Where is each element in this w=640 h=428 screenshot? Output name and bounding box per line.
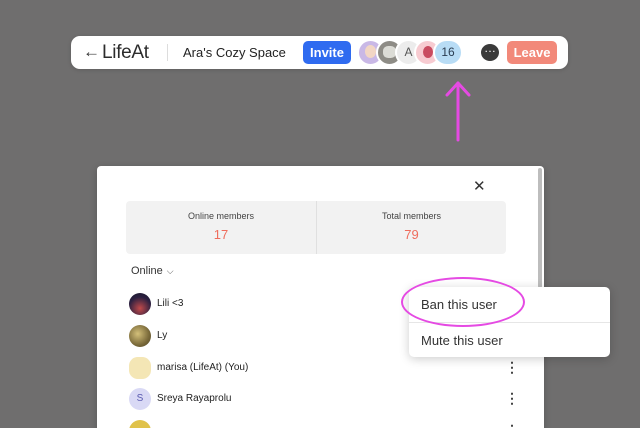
member-name: Sreya Rayaprolu [157,393,232,404]
annotation-arrow [445,81,471,142]
app-logo[interactable]: LifeAt [102,42,149,64]
total-members-stat: Total members 79 [316,201,506,254]
annotation-highlight-ellipse [401,277,525,327]
avatar [129,420,151,428]
member-name: Lili <3 [157,298,184,309]
close-icon[interactable]: ✕ [473,179,486,195]
mute-user-menu-item[interactable]: Mute this user [409,322,610,357]
arrow-left-icon[interactable]: ← [83,43,100,61]
online-members-stat: Online members 17 [126,201,316,254]
member-name: marisa (LifeAt) (You) [157,362,249,373]
more-options-icon[interactable]: ⋮ [505,421,519,428]
leave-button[interactable]: Leave [507,41,557,64]
room-top-bar: ← LifeAt Ara's Cozy Space Invite A 16 Le… [71,36,568,69]
total-members-value: 79 [404,227,419,242]
chevron-down-icon: ⌵ [166,266,174,276]
more-options-icon[interactable]: ⋮ [505,389,519,407]
total-members-label: Total members [381,211,442,221]
invite-button[interactable]: Invite [303,41,351,64]
member-name: Ly [157,330,168,341]
space-name: Ara's Cozy Space [183,45,286,60]
avatar [129,357,151,379]
initial-avatar: S [129,388,151,410]
member-stats: Online members 17 Total members 79 [126,201,506,254]
chat-bubble-icon[interactable] [481,41,499,61]
member-row[interactable]: S Sreya Rayaprolu ⋮ [129,388,519,410]
member-count-badge[interactable]: 16 [433,39,463,66]
member-row[interactable]: ⋮ [129,420,519,428]
avatar [129,325,151,347]
divider [167,44,168,61]
more-options-icon[interactable]: ⋮ [505,358,519,376]
avatar [129,293,151,315]
filter-label: Online [131,265,163,277]
scrollbar[interactable] [538,168,542,288]
member-row[interactable]: marisa (LifeAt) (You) ⋮ [129,357,519,379]
online-members-value: 17 [213,227,229,242]
online-filter-dropdown[interactable]: Online ⌵ [131,264,174,278]
online-members-label: Online members [187,211,255,221]
